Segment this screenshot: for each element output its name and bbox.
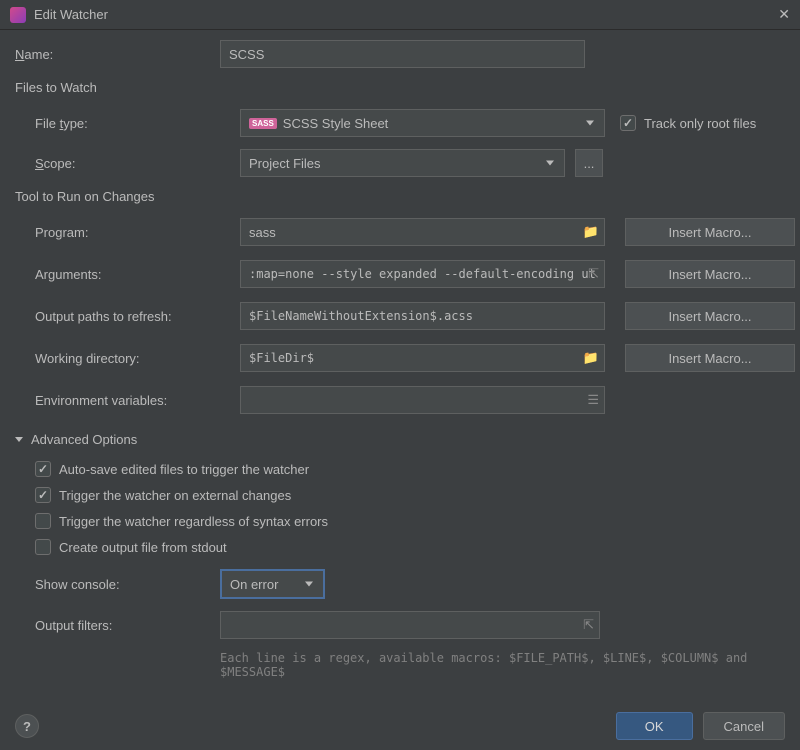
- show-console-value: On error: [230, 577, 278, 592]
- dialog-footer: ? OK Cancel: [0, 702, 800, 750]
- chevron-down-icon: [305, 582, 313, 587]
- checkbox-icon: [620, 115, 636, 131]
- trigger-regardless-checkbox[interactable]: Trigger the watcher regardless of syntax…: [35, 513, 785, 529]
- checkbox-icon: [35, 513, 51, 529]
- show-console-label: Show console:: [35, 577, 220, 592]
- checkbox-icon: [35, 461, 51, 477]
- program-input[interactable]: [240, 218, 605, 246]
- working-dir-input[interactable]: [240, 344, 605, 372]
- arguments-macro-button[interactable]: Insert Macro...: [625, 260, 795, 288]
- track-root-checkbox[interactable]: Track only root files: [620, 115, 756, 131]
- app-icon: [10, 7, 26, 23]
- working-dir-macro-button[interactable]: Insert Macro...: [625, 344, 795, 372]
- arguments-input[interactable]: [240, 260, 605, 288]
- chevron-down-icon: [586, 121, 594, 126]
- trigger-regardless-label: Trigger the watcher regardless of syntax…: [59, 514, 328, 529]
- auto-save-checkbox[interactable]: Auto-save edited files to trigger the wa…: [35, 461, 785, 477]
- files-to-watch-title: Files to Watch: [15, 80, 785, 95]
- track-root-label: Track only root files: [644, 116, 756, 131]
- trigger-external-label: Trigger the watcher on external changes: [59, 488, 291, 503]
- create-stdout-label: Create output file from stdout: [59, 540, 227, 555]
- env-vars-input[interactable]: [240, 386, 605, 414]
- file-type-label: File type:: [35, 116, 240, 131]
- auto-save-label: Auto-save edited files to trigger the wa…: [59, 462, 309, 477]
- advanced-options-toggle[interactable]: Advanced Options: [15, 432, 785, 447]
- checkbox-icon: [35, 487, 51, 503]
- program-label: Program:: [35, 225, 240, 240]
- create-stdout-checkbox[interactable]: Create output file from stdout: [35, 539, 785, 555]
- scope-more-button[interactable]: ...: [575, 149, 603, 177]
- tool-section-title: Tool to Run on Changes: [15, 189, 785, 204]
- advanced-options-title: Advanced Options: [31, 432, 137, 447]
- help-button[interactable]: ?: [15, 714, 39, 738]
- chevron-down-icon: [546, 161, 554, 166]
- working-dir-label: Working directory:: [35, 351, 240, 366]
- name-label: Name:: [15, 47, 220, 62]
- output-filters-input[interactable]: [220, 611, 600, 639]
- file-type-value: SCSS Style Sheet: [283, 116, 389, 131]
- sass-badge-icon: SASS: [249, 118, 277, 129]
- program-macro-button[interactable]: Insert Macro...: [625, 218, 795, 246]
- folder-icon[interactable]: 📁: [583, 350, 599, 366]
- cancel-button[interactable]: Cancel: [703, 712, 785, 740]
- output-paths-macro-button[interactable]: Insert Macro...: [625, 302, 795, 330]
- scope-label: Scope:: [35, 156, 240, 171]
- expand-icon[interactable]: ⇱: [588, 266, 599, 282]
- ok-button[interactable]: OK: [616, 712, 693, 740]
- expand-icon[interactable]: ⇱: [583, 617, 594, 633]
- scope-value: Project Files: [249, 156, 321, 171]
- folder-icon[interactable]: 📁: [583, 224, 599, 240]
- scope-select[interactable]: Project Files: [240, 149, 565, 177]
- arguments-label: Arguments:: [35, 267, 240, 282]
- output-paths-input[interactable]: [240, 302, 605, 330]
- name-input[interactable]: [220, 40, 585, 68]
- file-type-select[interactable]: SASS SCSS Style Sheet: [240, 109, 605, 137]
- output-filters-hint: Each line is a regex, available macros: …: [220, 651, 785, 679]
- trigger-external-checkbox[interactable]: Trigger the watcher on external changes: [35, 487, 785, 503]
- window-title: Edit Watcher: [34, 7, 778, 22]
- output-filters-label: Output filters:: [35, 618, 220, 633]
- show-console-select[interactable]: On error: [220, 569, 325, 599]
- titlebar: Edit Watcher ✕: [0, 0, 800, 30]
- env-vars-label: Environment variables:: [35, 393, 240, 408]
- output-paths-label: Output paths to refresh:: [35, 309, 240, 324]
- triangle-down-icon: [15, 437, 23, 442]
- close-icon[interactable]: ✕: [778, 6, 790, 23]
- list-icon[interactable]: ☰: [587, 392, 599, 408]
- checkbox-icon: [35, 539, 51, 555]
